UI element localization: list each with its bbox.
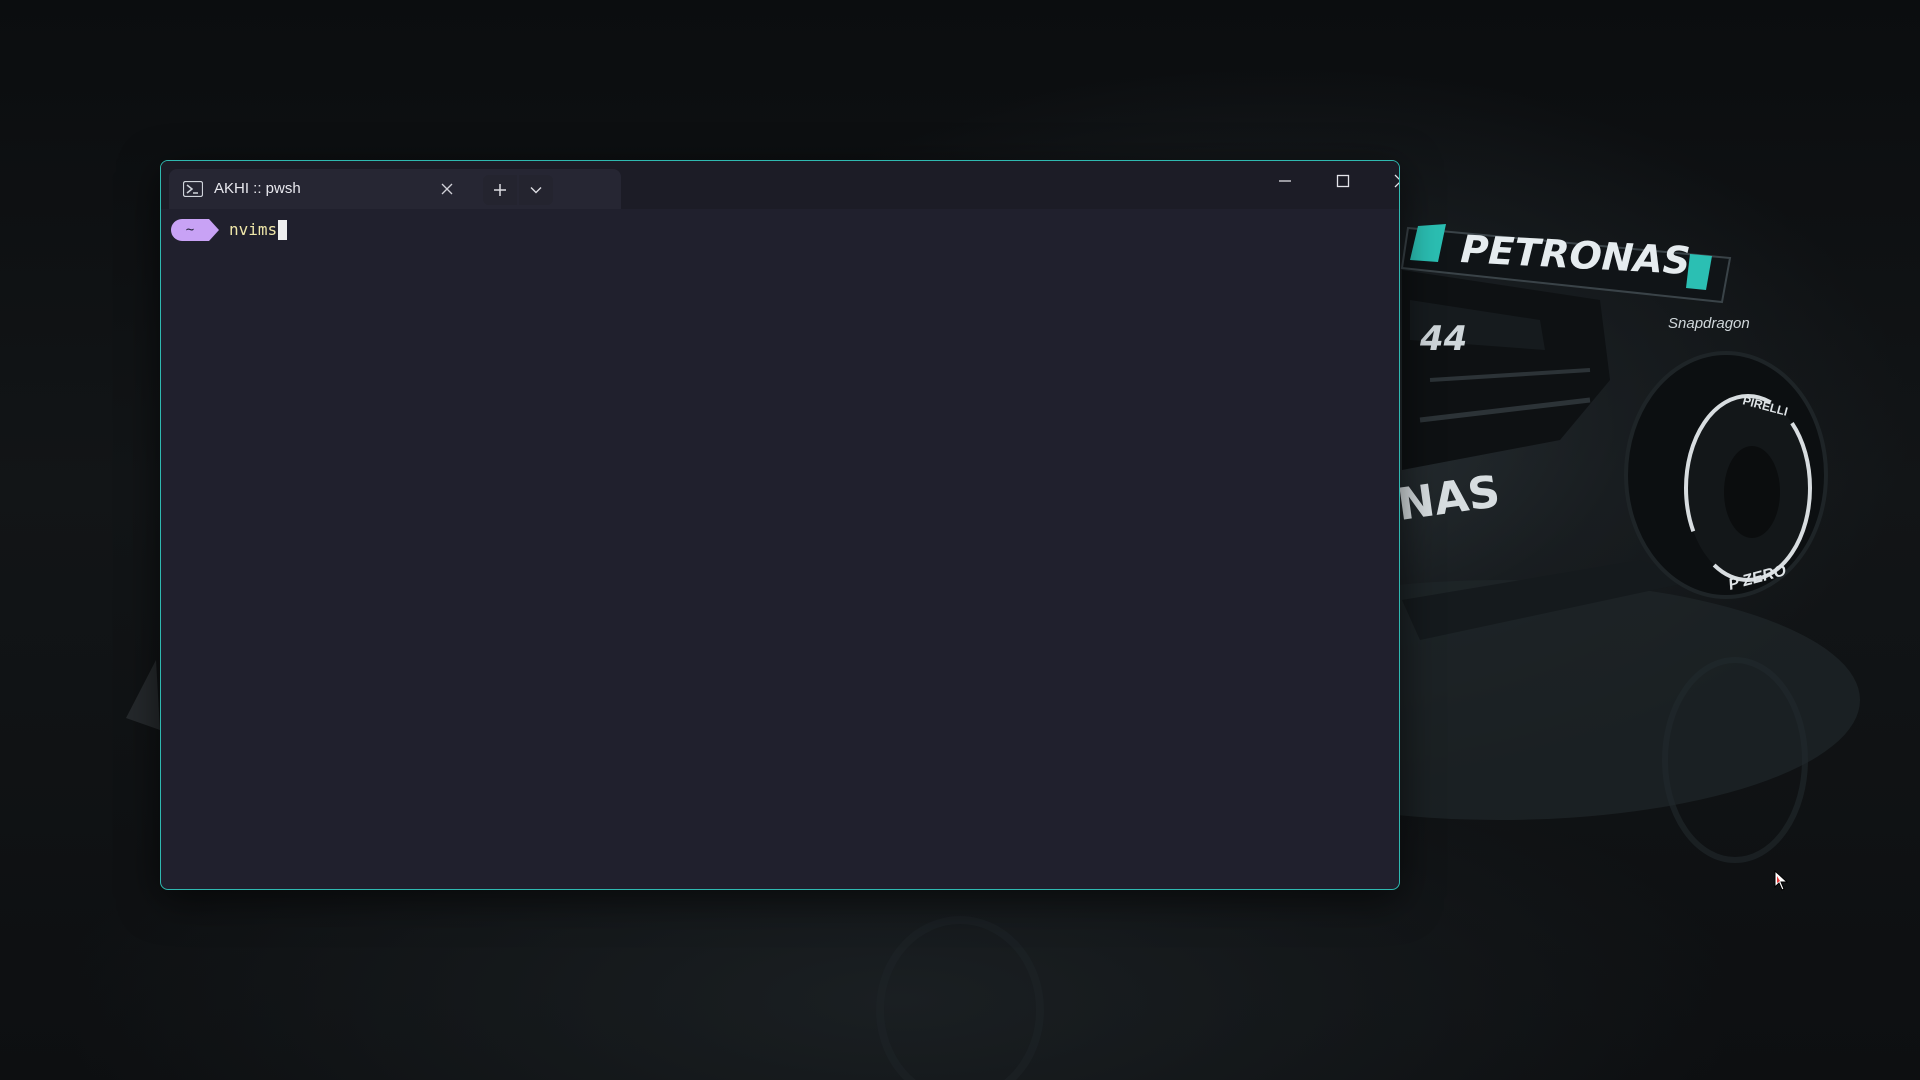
sponsor-text: Snapdragon (1668, 315, 1750, 332)
tab-title: AKHI :: pwsh (214, 180, 301, 197)
close-icon (441, 183, 453, 195)
terminal-window: AKHI :: pwsh ~ nvims (160, 160, 1400, 890)
maximize-button[interactable] (1315, 161, 1371, 201)
command-text: nvims (229, 219, 278, 239)
plus-icon (494, 184, 506, 196)
mouse-pointer-icon (1774, 870, 1789, 891)
maximize-icon (1336, 174, 1350, 188)
close-window-button[interactable] (1373, 161, 1399, 201)
tab-close-button[interactable] (435, 177, 459, 201)
sidepod-text: NAS (1394, 466, 1503, 531)
terminal-content[interactable]: ~ nvims (161, 209, 1399, 889)
prompt-badge: ~ (171, 219, 219, 241)
powershell-icon (183, 181, 203, 197)
close-icon (1394, 174, 1399, 188)
car-number: 44 (1419, 319, 1467, 359)
tab-pwsh[interactable]: AKHI :: pwsh (169, 169, 621, 209)
minimize-icon (1279, 180, 1291, 182)
command-input[interactable]: nvims (229, 219, 288, 241)
minimize-button[interactable] (1257, 161, 1313, 201)
new-tab-button[interactable] (483, 175, 517, 205)
text-cursor (278, 220, 288, 241)
chevron-down-icon (530, 187, 542, 194)
prompt-line: ~ nvims (171, 219, 288, 241)
tab-dropdown-button[interactable] (519, 175, 553, 205)
title-bar[interactable]: AKHI :: pwsh (161, 161, 1399, 209)
